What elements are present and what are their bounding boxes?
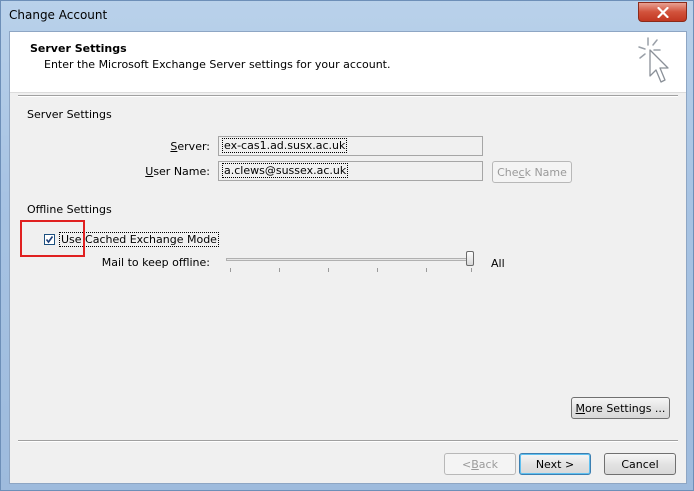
- mail-offline-slider-thumb[interactable]: [466, 251, 474, 266]
- username-field[interactable]: a.clews@sussex.ac.uk: [218, 161, 483, 181]
- highlight-box: [20, 220, 85, 257]
- window-title: Change Account: [9, 8, 108, 22]
- slider-tick: [426, 268, 427, 272]
- check-name-post: k Name: [524, 165, 567, 179]
- back-pre: <: [462, 457, 472, 471]
- header-separator: [18, 95, 678, 97]
- more-settings-button[interactable]: More Settings ...: [571, 397, 670, 419]
- back-hotkey: B: [471, 457, 479, 471]
- back-button[interactable]: < Back: [444, 453, 516, 475]
- username-label: User Name:: [120, 165, 210, 178]
- cursor-sparkle-icon: [638, 37, 669, 83]
- page-subtitle: Enter the Microsoft Exchange Server sett…: [44, 58, 391, 71]
- server-settings-group-label: Server Settings: [27, 108, 112, 121]
- offline-settings-group-label: Offline Settings: [27, 203, 112, 216]
- check-name-button[interactable]: Che c k Name: [492, 161, 572, 183]
- back-post: ack: [478, 457, 498, 471]
- page-title: Server Settings: [30, 42, 127, 55]
- server-label: Server:: [130, 140, 210, 153]
- wizard-header: Server Settings Enter the Microsoft Exch…: [10, 32, 686, 93]
- slider-value-label: All: [491, 257, 505, 270]
- change-account-window: Change Account Server Settings Enter the…: [0, 0, 694, 491]
- mail-keep-offline-label: Mail to keep offline:: [101, 256, 210, 269]
- slider-tick: [279, 268, 280, 272]
- username-label-post: ser Name:: [153, 165, 210, 178]
- close-icon: [656, 6, 669, 18]
- check-name-pre: Che: [497, 165, 519, 179]
- more-settings-hotkey: M: [575, 401, 586, 415]
- footer-separator: [18, 440, 678, 442]
- close-button[interactable]: [638, 2, 687, 22]
- slider-tick: [328, 268, 329, 272]
- slider-tick: [471, 268, 472, 272]
- username-value: a.clews@sussex.ac.uk: [222, 163, 349, 178]
- server-label-post: erver:: [177, 140, 210, 153]
- next-button[interactable]: Next >: [519, 453, 591, 475]
- mail-offline-slider-track[interactable]: [226, 258, 474, 261]
- cancel-button[interactable]: Cancel: [604, 453, 676, 475]
- dialog-client-area: Server Settings Enter the Microsoft Exch…: [9, 31, 687, 484]
- server-field[interactable]: ex-cas1.ad.susx.ac.uk: [218, 136, 483, 156]
- slider-tick: [230, 268, 231, 272]
- more-settings-post: ore Settings ...: [585, 401, 666, 415]
- server-value: ex-cas1.ad.susx.ac.uk: [222, 138, 348, 153]
- slider-tick: [377, 268, 378, 272]
- title-bar[interactable]: Change Account: [1, 1, 694, 31]
